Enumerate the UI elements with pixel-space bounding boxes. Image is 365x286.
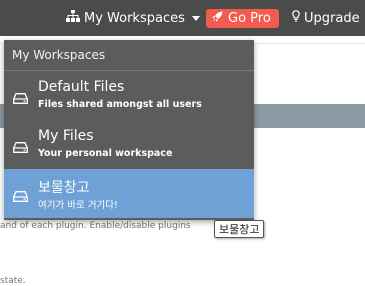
workspace-item-my-files[interactable]: My Files Your personal workspace [4, 120, 254, 169]
go-pro-label: Go Pro [228, 11, 271, 26]
top-bar: My Workspaces Go Pro Upgrade [0, 0, 365, 36]
go-pro-button[interactable]: Go Pro [206, 9, 279, 28]
workspace-item-title: My Files [38, 128, 94, 144]
tooltip: 보물창고 [214, 220, 265, 238]
workspaces-dropdown: My Workspaces Default Files Files shared… [4, 40, 254, 220]
workspace-item-title: Default Files [38, 79, 125, 95]
workspace-item-title: 보물창고 [38, 180, 90, 196]
upgrade-link[interactable]: Upgrade [292, 0, 360, 36]
lightbulb-icon [292, 10, 300, 26]
workspaces-menu-label: My Workspaces [84, 10, 185, 26]
workspace-item-subtitle: Files shared amongst all users [38, 99, 202, 110]
workspace-item-treasure[interactable]: 보물창고 여기가 바로 거기다! [4, 169, 254, 218]
workspace-item-subtitle: Your personal workspace [38, 148, 173, 159]
drive-icon [13, 187, 28, 202]
drive-icon [13, 138, 28, 153]
workspaces-menu-button[interactable]: My Workspaces [66, 0, 200, 36]
workspace-item-subtitle: 여기가 바로 거기다! [38, 200, 118, 211]
rocket-icon [212, 11, 223, 26]
dropdown-header: My Workspaces [4, 40, 254, 71]
chevron-down-icon [191, 16, 200, 21]
sitemap-icon [66, 10, 80, 26]
drive-icon [13, 89, 28, 104]
workspace-item-default-files[interactable]: Default Files Files shared amongst all u… [4, 71, 254, 120]
upgrade-label: Upgrade [304, 10, 360, 26]
page-description-text: and of each plugin. Enable/disable plugi… [0, 221, 191, 231]
